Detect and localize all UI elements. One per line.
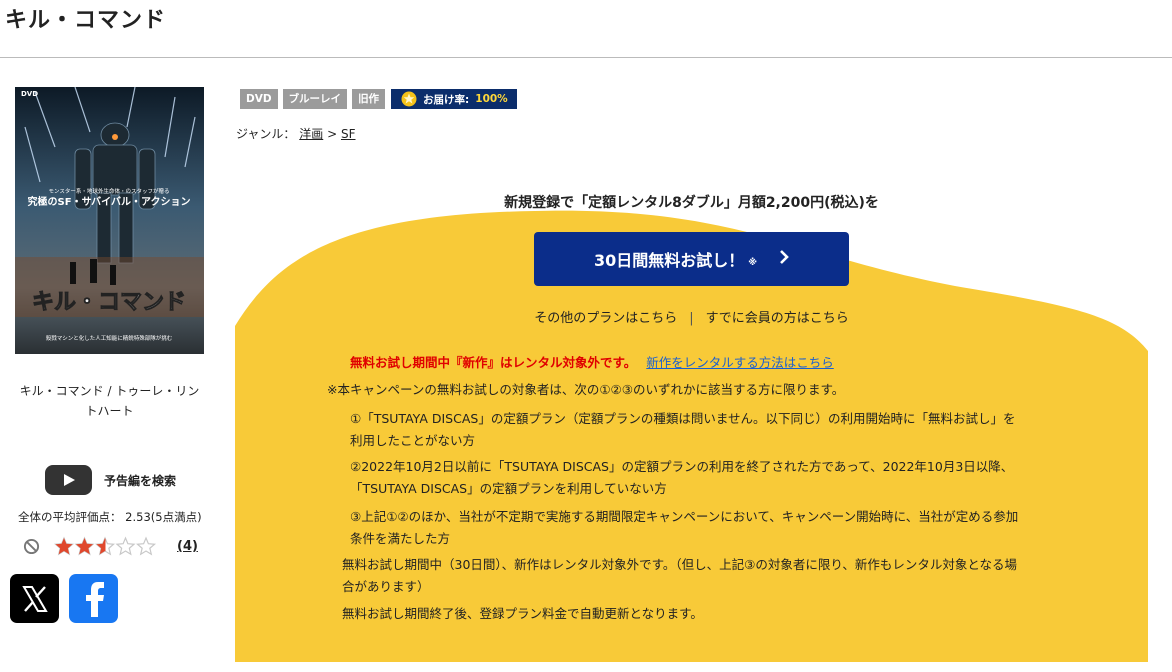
genre-separator: > [327,127,338,141]
new-release-warning: 無料お試し期間中『新作』はレンタル対象外です。 [350,355,637,370]
delivery-rate-value: 100% [475,93,508,105]
svg-text:究極のSF・サバイバル・アクション: 究極のSF・サバイバル・アクション [28,195,191,208]
terms-item-3-line-2: 条件を満たした方 [350,531,451,546]
rating-row: (4) [23,536,203,558]
trial-note-1-line-1: 無料お試し期間中（30日間）、新作はレンタル対象外です。（但し、上記③の対象者に… [342,557,1017,572]
star-filled-icon [55,538,73,555]
new-release-notice: 無料お試し期間中『新作』はレンタル対象外です。 新作をレンタルする方法はこちら [350,352,834,371]
star-badge-icon [401,91,417,107]
tag-bluray: ブルーレイ [282,89,348,109]
genre-prefix: ジャンル： [236,127,296,141]
terms-item-1-line-1: ①「TSUTAYA DISCAS」の定額プラン（定額プランの種類は問いません。以… [350,411,1016,426]
terms-item-3-line-1: ③上記①②のほか、当社が不定期で実施する期間限定キャンペーンにおいて、キャンペー… [350,509,1019,524]
page-title: キル・コマンド [5,8,167,33]
terms-item-2-line-2: 「TSUTAYA DISCAS」の定額プランを利用していない方 [350,481,667,496]
genre-link-child[interactable]: SF [341,127,356,141]
review-count-link[interactable]: (4) [177,539,198,554]
free-trial-label: 30日間無料お試し！ [593,251,745,270]
facebook-logo-icon [85,581,104,617]
star-rating [54,536,157,556]
product-title: キル・コマンド / トゥーレ・リントハート [19,384,200,418]
trailer-label: 予告編を検索 [104,473,177,488]
product-poster[interactable]: DVD モンスター系・地球外生命体・のスタッフが贈る 究極のSF・サバイバル・ア… [15,87,204,354]
terms-item-1-line-2: 利用したことがない方 [350,433,476,448]
star-empty-icon [115,536,136,556]
new-release-rental-link[interactable]: 新作をレンタルする方法はこちら [646,355,834,370]
campaign-heading: 新規登録で「定額レンタル8ダブル」月額2,200円(税込)を [504,195,879,211]
tag-dvd: DVD [240,89,278,109]
ban-icon[interactable] [23,538,40,555]
svg-text:モンスター系・地球外生命体・のスタッフが贈る: モンスター系・地球外生命体・のスタッフが贈る [49,187,170,195]
share-facebook-button[interactable] [69,574,118,623]
trailer-search-button[interactable]: 予告編を検索 [45,465,176,495]
terms-item-2: ②2022年10月2日以前に「TSUTAYA DISCAS」の定額プランの利用を… [350,456,1013,500]
star-filled-icon [75,538,94,555]
chevron-right-icon [779,249,789,270]
average-rating-label: 全体の平均評価点： 2.53(5点満点) [18,510,202,524]
star-empty-icon [135,536,157,556]
member-login-link[interactable]: すでに会員の方はこちら [706,311,849,326]
other-plans-link[interactable]: その他のプランはこちら [534,311,677,326]
genre-breadcrumb: ジャンル： 洋画 > SF [236,125,356,142]
tag-old-release: 旧作 [352,89,386,109]
terms-intro: ※本キャンペーンの無料お試しの対象者は、次の①②③のいずれかに該当する方に限りま… [327,382,845,397]
terms-item-3: ③上記①②のほか、当社が不定期で実施する期間限定キャンペーンにおいて、キャンペー… [350,506,1018,550]
share-x-button[interactable] [10,574,59,623]
delivery-rate-badge: お届け率: 100% [391,89,517,109]
youtube-play-icon [45,465,92,495]
delivery-rate-label: お届け率: [423,93,470,106]
svg-text:殺戮マシンと化した人工知能に精鋭特殊部隊が挑む: 殺戮マシンと化した人工知能に精鋭特殊部隊が挑む [46,334,173,342]
terms-item-1: ①「TSUTAYA DISCAS」の定額プラン（定額プランの種類は問いません。以… [350,408,1015,452]
poster-artwork: DVD モンスター系・地球外生命体・のスタッフが贈る 究極のSF・サバイバル・ア… [15,87,204,354]
svg-text:キル・コマンド: キル・コマンド [32,290,186,315]
format-tags: DVD ブルーレイ 旧作 お届け率: 100% [240,89,517,109]
trial-note-1: 無料お試し期間中（30日間）、新作はレンタル対象外です。（但し、上記③の対象者に… [342,554,1017,598]
genre-link-parent[interactable]: 洋画 [299,127,323,141]
svg-text:DVD: DVD [21,90,38,98]
plan-links-separator: | [689,311,694,326]
free-trial-button[interactable]: 30日間無料お試し！ ※ [534,232,849,286]
x-logo-icon [21,585,48,612]
trial-note-1-line-2: 合があります） [342,579,430,594]
title-divider [0,57,1172,58]
free-trial-note-mark: ※ [748,258,758,268]
plan-links: その他のプランはこちら | すでに会員の方はこちら [235,307,1148,326]
terms-item-2-line-1: ②2022年10月2日以前に「TSUTAYA DISCAS」の定額プランの利用を… [350,459,1014,474]
trial-note-2: 無料お試し期間終了後、登録プラン料金で自動更新となります。 [342,606,703,621]
